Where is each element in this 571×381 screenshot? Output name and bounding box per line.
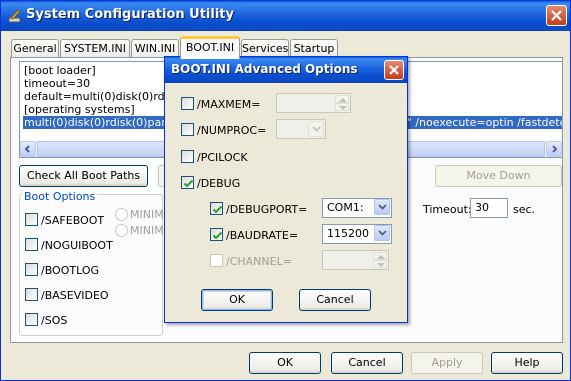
timeout-input[interactable]: 30: [470, 198, 508, 218]
tab-system-ini[interactable]: SYSTEM.INI: [60, 39, 130, 58]
numproc-dropdown-button[interactable]: [308, 121, 324, 137]
baudrate-label: /BAUDRATE=: [226, 229, 299, 242]
chevron-down-icon: [377, 263, 385, 267]
timeout-label: Timeout:: [423, 203, 472, 216]
pcilock-checkbox[interactable]: [181, 150, 194, 163]
title-bar[interactable]: System Configuration Utility: [1, 1, 570, 31]
move-down-button[interactable]: Move Down: [435, 165, 562, 187]
safeboot-checkbox[interactable]: [25, 213, 38, 226]
cancel-button[interactable]: Cancel: [331, 352, 403, 374]
basevideo-checkbox[interactable]: [25, 288, 38, 301]
debugport-label: /DEBUGPORT=: [226, 203, 308, 216]
debugport-dropdown-button[interactable]: [374, 199, 390, 215]
chevron-down-icon: [378, 204, 387, 210]
tab-boot-ini[interactable]: BOOT.INI: [180, 36, 240, 59]
ok-button[interactable]: OK: [249, 352, 321, 374]
dialog-close-button[interactable]: [384, 60, 404, 80]
dialog-cancel-button[interactable]: Cancel: [299, 289, 371, 311]
apply-button[interactable]: Apply: [411, 352, 483, 374]
window-title: System Configuration Utility: [26, 7, 234, 22]
numproc-select[interactable]: [276, 119, 326, 139]
help-button[interactable]: Help: [491, 352, 563, 374]
sos-label: /SOS: [41, 314, 68, 327]
debug-checkbox[interactable]: [181, 176, 194, 189]
dialog-title: BOOT.INI Advanced Options: [171, 62, 358, 76]
window-close-button[interactable]: [546, 5, 567, 26]
pcilock-label: /PCILOCK: [197, 151, 248, 164]
minimal-alt-radio[interactable]: [115, 224, 128, 237]
check-all-boot-paths-button[interactable]: Check All Boot Paths: [19, 165, 148, 187]
boot-ini-advanced-options-dialog: BOOT.INI Advanced Options /MAXMEM= /NUMP…: [164, 56, 408, 323]
numproc-label: /NUMPROC=: [197, 124, 267, 137]
dialog-title-bar[interactable]: BOOT.INI Advanced Options: [165, 57, 407, 83]
ini-line[interactable]: timeout=30: [24, 77, 90, 90]
ini-line[interactable]: [boot loader]: [24, 64, 96, 77]
chevron-up-icon: [339, 98, 347, 102]
chevron-left-icon: [24, 145, 30, 153]
maxmem-spin-up[interactable]: [335, 95, 349, 103]
scroll-left-button[interactable]: [20, 141, 36, 157]
bootlog-label: /BOOTLOG: [41, 264, 100, 277]
maxmem-checkbox[interactable]: [181, 97, 194, 110]
sos-checkbox[interactable]: [25, 313, 38, 326]
baudrate-dropdown-button[interactable]: [374, 225, 390, 241]
boot-options-label: Boot Options: [22, 190, 98, 203]
close-icon: [551, 10, 562, 21]
debug-label: /DEBUG: [197, 177, 241, 190]
debugport-checkbox[interactable]: [210, 202, 223, 215]
chevron-down-icon: [378, 230, 387, 236]
chevron-down-icon: [339, 106, 347, 110]
maxmem-label: /MAXMEM=: [197, 98, 261, 111]
safeboot-label: /SAFEBOOT: [41, 214, 105, 227]
numproc-checkbox[interactable]: [181, 123, 194, 136]
tab-general[interactable]: General: [11, 39, 59, 58]
channel-checkbox[interactable]: [210, 254, 223, 267]
scroll-right-button[interactable]: [546, 141, 562, 157]
chevron-down-icon: [312, 126, 321, 132]
maxmem-spin-down[interactable]: [335, 103, 349, 111]
maxmem-input[interactable]: [276, 93, 351, 113]
basevideo-label: /BASEVIDEO: [41, 289, 109, 302]
channel-spin-down[interactable]: [373, 260, 387, 268]
close-icon: [389, 65, 399, 75]
checkmark-icon: [183, 179, 194, 188]
minimal-radio[interactable]: [115, 208, 128, 221]
dialog-ok-button[interactable]: OK: [201, 289, 273, 311]
msconfig-app-icon: [8, 9, 21, 23]
noguiboot-label: /NOGUIBOOT: [41, 239, 113, 252]
channel-spin-up[interactable]: [373, 252, 387, 260]
chevron-up-icon: [377, 255, 385, 259]
checkmark-icon: [212, 231, 223, 240]
ini-line-selected-tail: al" /noexecute=optin /fastdetect: [397, 116, 563, 129]
ini-line[interactable]: [operating systems]: [24, 103, 135, 116]
baudrate-checkbox[interactable]: [210, 228, 223, 241]
checkmark-icon: [212, 205, 223, 214]
chevron-right-icon: [552, 145, 558, 153]
bootlog-checkbox[interactable]: [25, 263, 38, 276]
timeout-unit: sec.: [513, 203, 536, 216]
channel-input[interactable]: [322, 250, 389, 270]
channel-label: /CHANNEL=: [226, 255, 292, 268]
noguiboot-checkbox[interactable]: [25, 238, 38, 251]
